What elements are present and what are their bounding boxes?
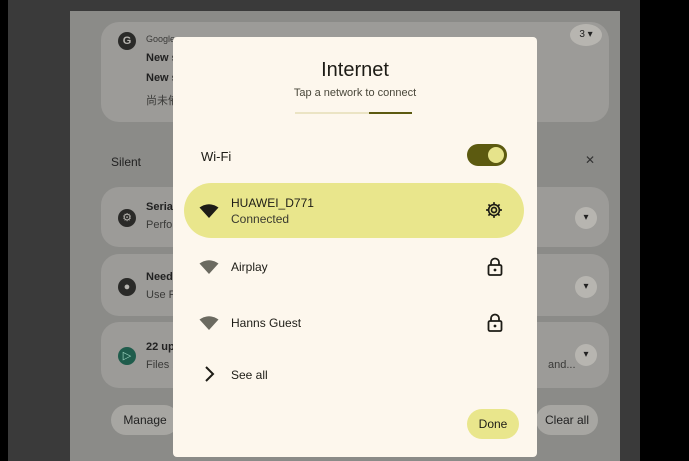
network-status: Connected [231, 212, 290, 226]
mic-icon: ● [118, 278, 136, 296]
manage-button[interactable]: Manage [111, 405, 179, 435]
notification-count: 3 [579, 29, 585, 40]
chevron-right-icon [205, 366, 215, 382]
notification-text-trail: and... [548, 359, 576, 371]
google-icon: G [118, 32, 136, 50]
chevron-down-icon[interactable]: ▾ [575, 207, 597, 229]
expand-button[interactable]: 3 ▾ [570, 24, 602, 46]
clear-all-button[interactable]: Clear all [536, 405, 598, 435]
gear-icon[interactable] [484, 200, 504, 220]
notification-app-name: Google [146, 34, 176, 44]
network-row-huawei[interactable]: HUAWEI_D771 Connected [184, 183, 524, 238]
done-button[interactable]: Done [467, 409, 519, 439]
network-name: Airplay [231, 260, 268, 274]
internet-dialog: Internet Tap a network to connect Wi-Fi … [173, 37, 537, 457]
scan-progress [295, 112, 412, 114]
dialog-title: Internet [321, 59, 389, 81]
see-all-row[interactable]: See all [184, 359, 524, 389]
chevron-down-icon[interactable]: ▾ [575, 276, 597, 298]
wifi-icon [199, 316, 219, 330]
network-name: Hanns Guest [231, 316, 302, 330]
network-row-airplay[interactable]: Airplay [184, 239, 524, 294]
play-store-icon: ▷ [118, 347, 136, 365]
wifi-icon [199, 204, 219, 218]
debug-icon: ⚙ [118, 209, 136, 227]
lock-icon [487, 257, 503, 276]
lock-icon [487, 313, 503, 332]
wifi-label: Wi-Fi [201, 149, 232, 164]
silent-header: Silent [111, 155, 142, 169]
see-all-label: See all [231, 368, 268, 382]
network-row-hanns-guest[interactable]: Hanns Guest [184, 295, 524, 350]
network-name: HUAWEI_D771 [231, 196, 314, 210]
close-icon[interactable]: ✕ [585, 153, 595, 167]
chevron-down-icon[interactable]: ▾ [575, 344, 597, 366]
wifi-toggle[interactable] [467, 144, 507, 166]
dialog-subtitle: Tap a network to connect [293, 87, 417, 99]
wifi-icon [199, 260, 219, 274]
